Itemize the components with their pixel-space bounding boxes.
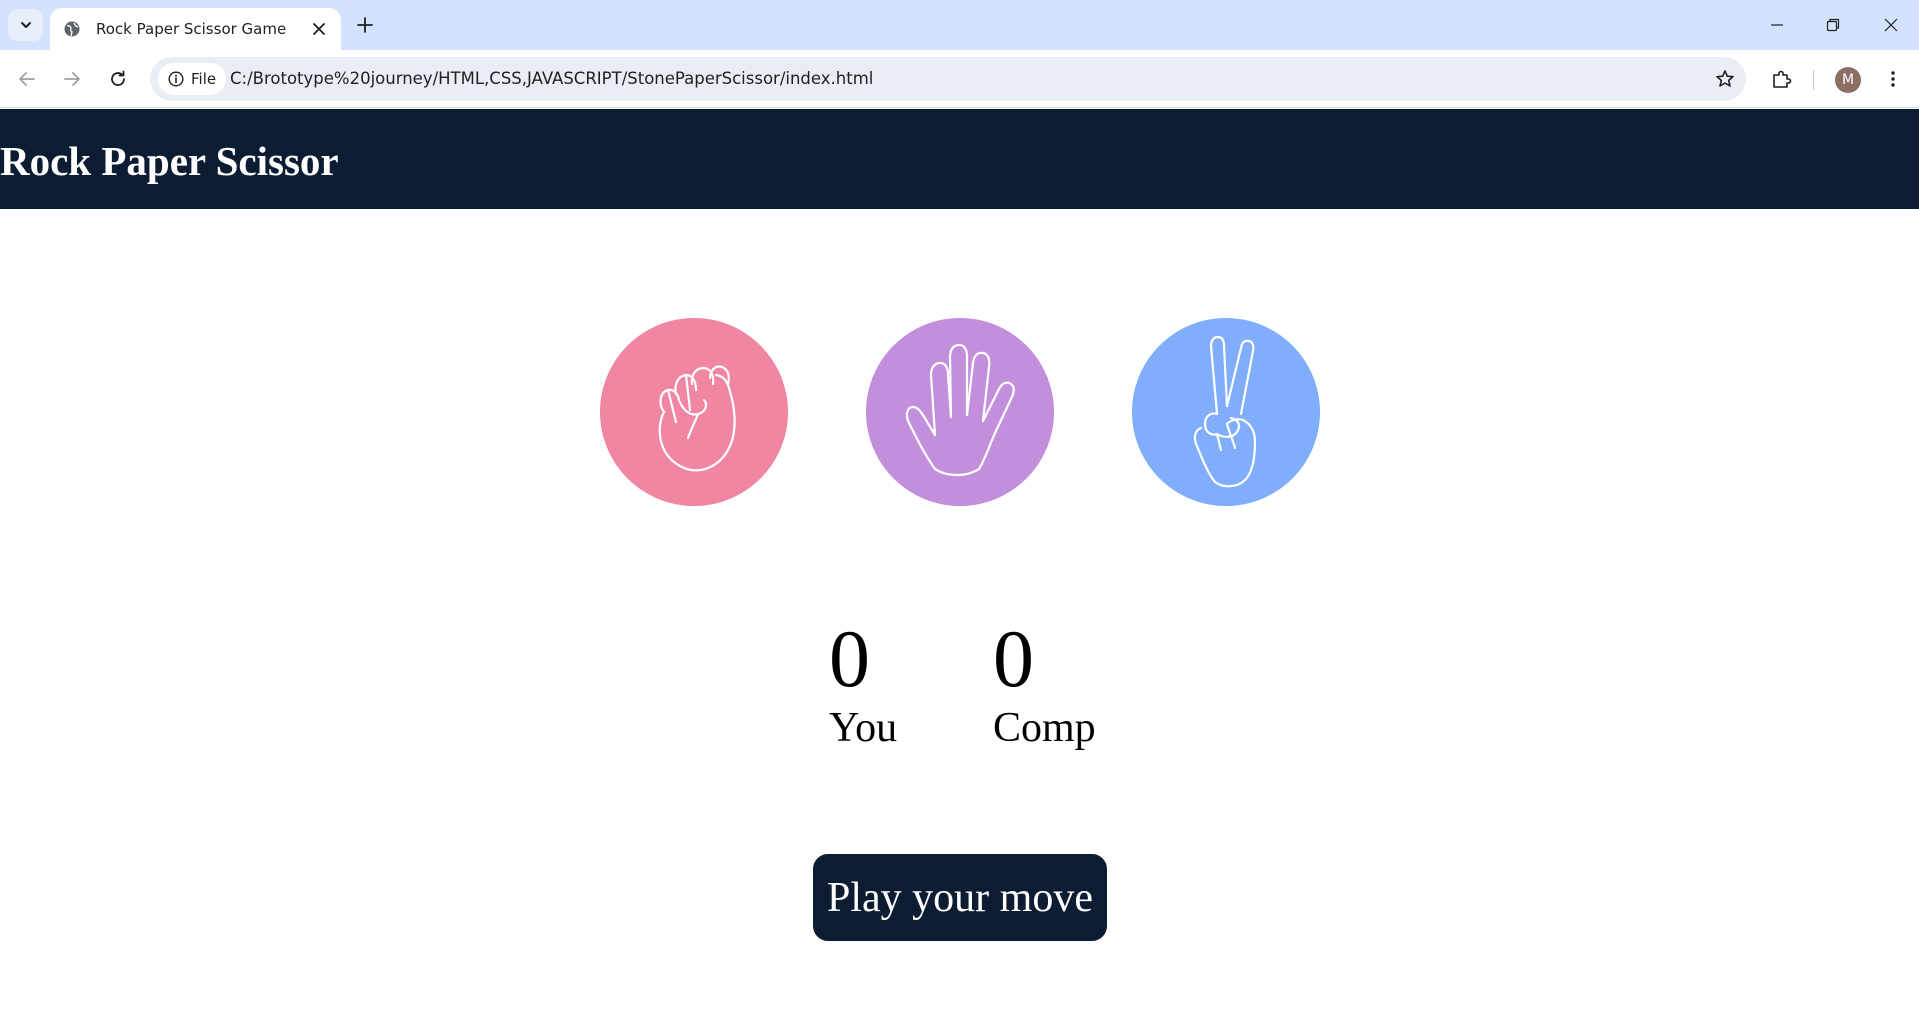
plus-icon [357, 17, 373, 33]
minimize-button[interactable] [1762, 10, 1792, 40]
browser-tab-strip: Rock Paper Scissor Game [0, 0, 1919, 50]
arrow-left-icon [19, 72, 35, 86]
restore-button[interactable] [1818, 10, 1848, 40]
computer-score: 0 [993, 613, 1034, 704]
close-icon [1884, 18, 1898, 32]
site-info-chip[interactable]: File [158, 63, 226, 95]
address-bar[interactable]: File C:/Brototype%20journey/HTML,CSS,JAV… [150, 57, 1746, 101]
rock-choice-button[interactable] [600, 318, 788, 506]
bookmark-button[interactable] [1714, 68, 1736, 90]
fist-icon [658, 365, 736, 472]
page-header: Rock Paper Scissor [0, 109, 1919, 209]
scissor-choice-button[interactable] [1132, 318, 1320, 506]
arrow-right-icon [64, 72, 80, 86]
browser-menu-button[interactable] [1877, 63, 1909, 95]
open-hand-icon [905, 343, 1015, 477]
close-tab-icon[interactable] [309, 19, 329, 39]
computer-score-label: Comp [993, 705, 1096, 751]
page-title: Rock Paper Scissor [0, 138, 339, 184]
chevron-down-icon [20, 22, 31, 28]
info-icon [168, 71, 184, 87]
paper-choice-button[interactable] [866, 318, 1054, 506]
peace-hand-icon [1193, 335, 1257, 488]
active-tab[interactable]: Rock Paper Scissor Game [50, 8, 341, 50]
reload-icon [111, 70, 125, 86]
extensions-button[interactable] [1766, 63, 1798, 95]
toolbar-separator [1813, 70, 1814, 90]
site-chip-label: File [191, 70, 217, 88]
back-button[interactable] [11, 63, 43, 95]
tab-title: Rock Paper Scissor Game [96, 20, 287, 38]
game-message: Play your move [813, 854, 1107, 941]
close-window-button[interactable] [1876, 10, 1906, 40]
url-text[interactable]: C:/Brototype%20journey/HTML,CSS,JAVASCRI… [230, 69, 873, 88]
profile-avatar[interactable]: M [1835, 67, 1861, 93]
more-vertical-icon [1891, 71, 1895, 87]
reload-button[interactable] [102, 63, 134, 95]
globe-icon [62, 19, 82, 39]
tab-search-button[interactable] [8, 9, 43, 41]
minimize-icon [1771, 24, 1783, 26]
user-score-label: You [829, 705, 898, 751]
new-tab-button[interactable] [352, 12, 378, 38]
user-score: 0 [829, 613, 870, 704]
star-icon [1716, 70, 1734, 87]
restore-icon [1826, 18, 1840, 32]
forward-button[interactable] [56, 63, 88, 95]
browser-toolbar: File C:/Brototype%20journey/HTML,CSS,JAV… [0, 50, 1919, 108]
puzzle-icon [1773, 70, 1792, 88]
